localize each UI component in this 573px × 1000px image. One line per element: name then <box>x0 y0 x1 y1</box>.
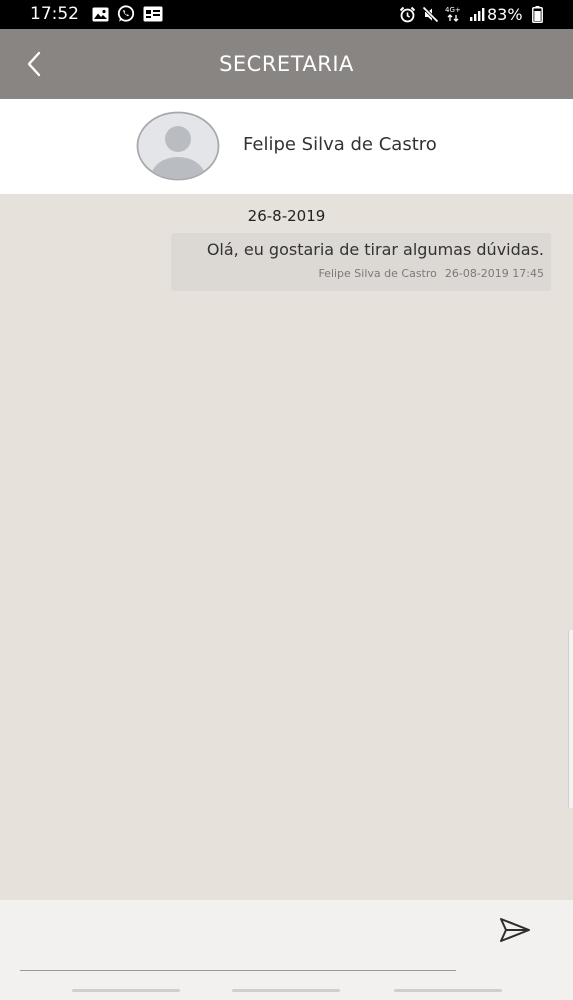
whatsapp-icon <box>117 5 135 22</box>
notification-icon <box>143 6 163 22</box>
network-4g-icon: 4G+ <box>445 6 461 22</box>
status-left-icons <box>92 5 163 23</box>
nav-hint-left <box>72 989 180 992</box>
chat-area[interactable]: 26-8-2019 Olá, eu gostaria de tirar algu… <box>0 194 573 900</box>
alarm-icon <box>399 6 416 22</box>
message-input[interactable] <box>20 912 456 971</box>
back-button[interactable] <box>14 46 54 82</box>
date-separator: 26-8-2019 <box>247 207 326 225</box>
message-timestamp: 26-08-2019 17:45 <box>444 267 544 280</box>
nav-hint-center <box>232 989 340 992</box>
message-meta: Felipe Silva de Castro 26-08-2019 17:45 <box>318 267 544 281</box>
contact-bar[interactable]: Felipe Silva de Castro <box>0 99 573 194</box>
page-title: SECRETARIA <box>219 52 354 76</box>
send-button[interactable] <box>494 912 536 948</box>
image-icon <box>92 7 109 21</box>
default-avatar-icon <box>136 111 220 181</box>
app-header: SECRETARIA <box>0 29 573 99</box>
battery-percentage: 83% <box>487 5 523 24</box>
send-icon <box>500 918 530 942</box>
battery-icon <box>532 6 543 23</box>
status-right-icons: 4G+ <box>399 5 485 23</box>
status-time: 17:52 <box>30 4 79 24</box>
scrollbar[interactable] <box>568 630 573 808</box>
back-arrow-icon <box>27 51 41 77</box>
status-bar: 17:52 4G+ 83% <box>0 0 573 29</box>
mute-icon <box>422 5 439 23</box>
message-bubble[interactable]: Olá, eu gostaria de tirar algumas dúvida… <box>171 233 551 291</box>
message-text: Olá, eu gostaria de tirar algumas dúvida… <box>206 240 544 259</box>
input-bar <box>0 900 573 1000</box>
message-sender: Felipe Silva de Castro <box>318 267 437 280</box>
nav-hint-right <box>394 989 502 992</box>
network-label: 4G+ <box>445 6 461 14</box>
contact-name: Felipe Silva de Castro <box>243 134 437 155</box>
signal-icon <box>470 8 485 21</box>
